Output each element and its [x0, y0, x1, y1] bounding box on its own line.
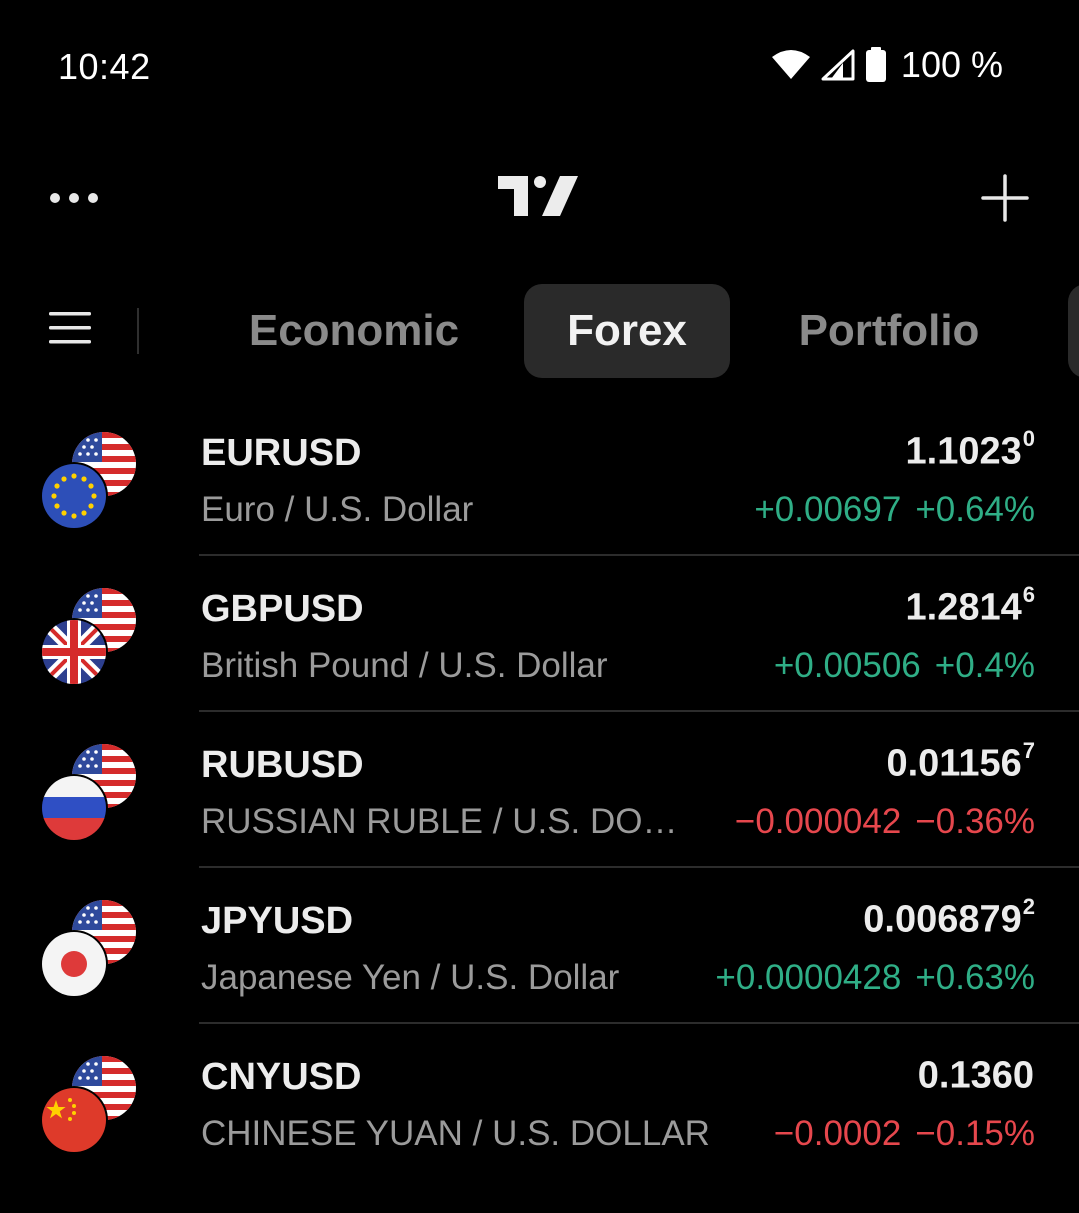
battery-percent: 100 % [900, 44, 1003, 85]
price-value: 1.2814 [905, 586, 1022, 629]
tabs-divider [137, 308, 139, 354]
hamburger-icon [49, 310, 91, 351]
pair-flags [40, 744, 140, 844]
symbol: RUBUSD [201, 744, 364, 786]
symbol-description: Japanese Yen / U.S. Dollar [201, 958, 620, 997]
pair-flags [40, 900, 140, 1000]
symbol: JPYUSD [201, 900, 354, 942]
app-header [0, 150, 1079, 250]
change-percent: −0.36% [915, 802, 1035, 841]
price-change: −0.000042 −0.36% [735, 802, 1035, 842]
symbol: CNYUSD [201, 1056, 362, 1098]
change-value: +0.0000428 [715, 958, 902, 997]
symbol: EURUSD [201, 432, 362, 474]
price: 1.10230 [905, 426, 1035, 474]
price-change: −0.0002 −0.15% [774, 1114, 1035, 1154]
price-superscript: 7 [1022, 738, 1035, 763]
menu-button[interactable] [40, 302, 100, 358]
symbol: GBPUSD [201, 588, 364, 630]
change-percent: −0.15% [915, 1114, 1035, 1153]
battery-icon [865, 47, 887, 83]
tab-economic[interactable]: Economic [222, 284, 486, 378]
tab-forex[interactable]: Forex [524, 284, 730, 378]
status-icons: 100 % [771, 44, 1003, 86]
pair-flags [40, 588, 140, 688]
price-value: 1.1023 [905, 430, 1022, 473]
symbol-description: British Pound / U.S. Dollar [201, 646, 608, 685]
symbol-description: Euro / U.S. Dollar [201, 490, 474, 529]
tabs-row: Economic Forex Portfolio [0, 282, 1079, 380]
symbol-description: CHINESE YUAN / U.S. DOLLAR [201, 1114, 710, 1153]
price-superscript: 6 [1022, 582, 1035, 607]
price-change: +0.0000428 +0.63% [715, 958, 1035, 998]
price: 0.1360 [918, 1054, 1035, 1098]
pair-flags [40, 1056, 140, 1156]
price-change: +0.00506 +0.4% [774, 646, 1035, 686]
watchlist: EURUSD Euro / U.S. Dollar 1.10230 +0.006… [0, 400, 1079, 1180]
change-percent: +0.4% [934, 646, 1035, 685]
tab-portfolio[interactable]: Portfolio [770, 284, 1008, 378]
add-symbol-button[interactable] [972, 172, 1038, 228]
change-percent: +0.63% [915, 958, 1035, 997]
plus-icon [980, 173, 1030, 228]
watchlist-row-jpyusd[interactable]: JPYUSD Japanese Yen / U.S. Dollar 0.0068… [0, 868, 1079, 1024]
price-change: +0.00697 +0.64% [754, 490, 1035, 530]
price-value: 0.006879 [863, 898, 1022, 941]
price: 0.0068792 [863, 894, 1035, 942]
change-value: −0.0002 [773, 1114, 902, 1153]
change-percent: +0.64% [915, 490, 1035, 529]
price-superscript: 0 [1022, 426, 1035, 451]
watchlist-row-rubusd[interactable]: RUBUSD RUSSIAN RUBLE / U.S. DOLL… 0.0115… [0, 712, 1079, 868]
more-icon [49, 191, 99, 209]
watchlist-row-cnyusd[interactable]: CNYUSD CHINESE YUAN / U.S. DOLLAR 0.1360… [0, 1024, 1079, 1180]
tradingview-logo-icon [498, 176, 580, 223]
watchlist-row-eurusd[interactable]: EURUSD Euro / U.S. Dollar 1.10230 +0.006… [0, 400, 1079, 556]
symbol-description: RUSSIAN RUBLE / U.S. DOLL… [201, 802, 696, 841]
status-bar: 10:42 100 % [0, 0, 1079, 140]
price-value: 0.1360 [917, 1054, 1034, 1097]
pair-flags [40, 432, 140, 532]
signal-icon [821, 49, 855, 81]
tab-next-partial[interactable] [1068, 284, 1079, 378]
price: 0.011567 [886, 738, 1035, 786]
more-button[interactable] [40, 180, 108, 220]
change-value: +0.00506 [773, 646, 921, 685]
price-value: 0.01156 [886, 742, 1022, 785]
wifi-icon [771, 49, 811, 81]
price: 1.28146 [905, 582, 1035, 630]
price-superscript: 2 [1022, 894, 1035, 919]
status-time: 10:42 [58, 46, 151, 87]
change-value: −0.000042 [734, 802, 902, 841]
watchlist-row-gbpusd[interactable]: GBPUSD British Pound / U.S. Dollar 1.281… [0, 556, 1079, 712]
change-value: +0.00697 [754, 490, 902, 529]
